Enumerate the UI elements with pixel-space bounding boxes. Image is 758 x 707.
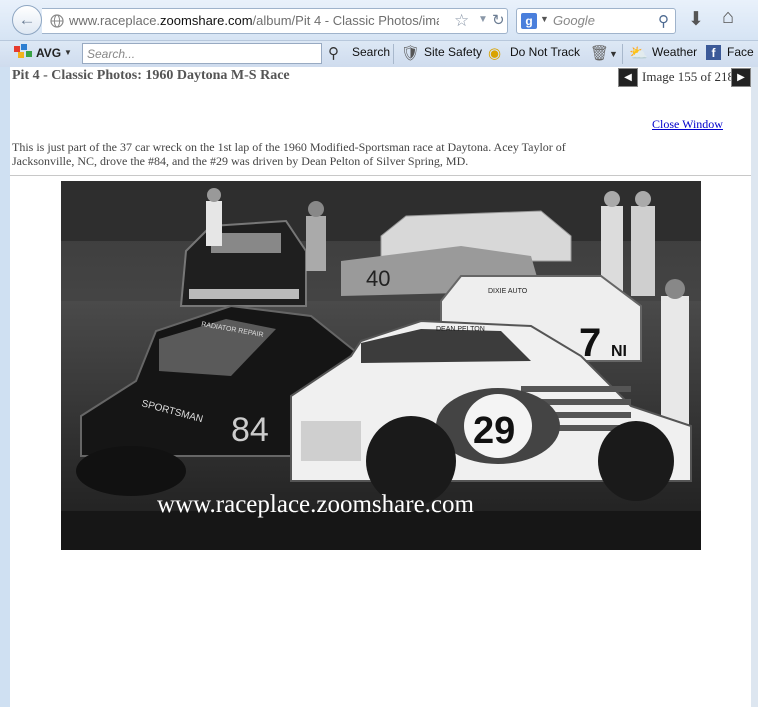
shield-icon[interactable]: 🛡 (401, 44, 420, 62)
search-engine-box[interactable]: g ▼ Google ⚲ (516, 8, 676, 34)
previous-image-button[interactable]: ◀ (618, 68, 638, 87)
engine-dropdown-icon[interactable]: ▼ (540, 14, 549, 24)
roof-text-back: DIXIE AUTO (488, 288, 528, 295)
do-not-track-button[interactable]: Do Not Track (510, 45, 580, 59)
weather-button[interactable]: Weather (652, 45, 697, 59)
url-dropdown-icon[interactable]: ▼ (478, 14, 488, 25)
photo-watermark: www.raceplace.zoomshare.com (157, 491, 474, 518)
window-edge (751, 67, 758, 707)
download-icon[interactable]: ⬇ (688, 8, 704, 31)
close-window-link[interactable]: Close Window (652, 117, 723, 132)
trash-dropdown-icon[interactable]: ▼ (609, 49, 618, 59)
avg-label[interactable]: AVG (36, 46, 61, 60)
photo-caption: This is just part of the 37 car wreck on… (12, 140, 566, 168)
car-number-29: 29 (473, 410, 515, 452)
back-arrow-icon: ← (18, 10, 36, 29)
race-photo: 40 DIXIE AUTO 7 NI RADIATOR REPAIR SPORT… (61, 181, 701, 550)
roof-text-right: DEAN PELTON (436, 326, 485, 333)
magnifier-icon[interactable]: ⚲ (328, 44, 339, 62)
search-icon[interactable]: ⚲ (658, 12, 669, 30)
search-engine-placeholder: Google (553, 13, 595, 28)
address-bar[interactable]: www.raceplace.zoomshare.com/album/Pit 4 … (42, 8, 508, 34)
car-number-40: 40 (366, 266, 390, 291)
bookmark-star-icon[interactable]: ☆ (454, 11, 469, 31)
home-icon[interactable]: ⌂ (722, 6, 734, 29)
back-button[interactable]: ← (12, 5, 42, 35)
url-text: www.raceplace.zoomshare.com/album/Pit 4 … (69, 13, 439, 28)
toolbar-search-input[interactable]: Search... (82, 43, 322, 64)
site-safety-button[interactable]: Site Safety (424, 45, 482, 59)
car-number-84: 84 (231, 411, 269, 449)
facebook-button[interactable]: Face (727, 45, 754, 59)
page-title: Pit 4 - Classic Photos: 1960 Daytona M-S… (12, 68, 290, 83)
weather-icon[interactable]: ⛅ (629, 44, 648, 62)
globe-icon (50, 14, 64, 28)
toolbar-search-button[interactable]: Search (352, 45, 390, 59)
trash-icon[interactable]: 🗑 (590, 44, 609, 62)
avg-dropdown-icon[interactable]: ▼ (64, 48, 72, 57)
google-icon[interactable]: g (521, 13, 537, 29)
toolbar-divider (622, 44, 623, 64)
image-counter: Image 155 of 218 (642, 69, 735, 84)
navigation-bar: ← www.raceplace.zoomshare.com/album/Pit … (0, 0, 758, 40)
toolbar-search-placeholder: Search... (87, 47, 136, 61)
facebook-icon[interactable]: f (706, 45, 721, 60)
triangle-right-icon: ▶ (737, 72, 745, 83)
page-content: Pit 4 - Classic Photos: 1960 Daytona M-S… (10, 67, 751, 707)
avg-logo-icon (14, 44, 32, 58)
next-image-button[interactable]: ▶ (731, 68, 751, 87)
triangle-left-icon: ◀ (624, 72, 632, 83)
toolbar-divider (393, 44, 394, 64)
avg-toolbar: AVG ▼ Search... ⚲ Search 🛡 Site Safety ◉… (0, 40, 758, 67)
reload-icon[interactable]: ↻ (492, 11, 505, 29)
car-suffix-ni: NI (611, 343, 627, 360)
eye-icon[interactable]: ◉ (488, 44, 501, 62)
divider (10, 175, 751, 176)
